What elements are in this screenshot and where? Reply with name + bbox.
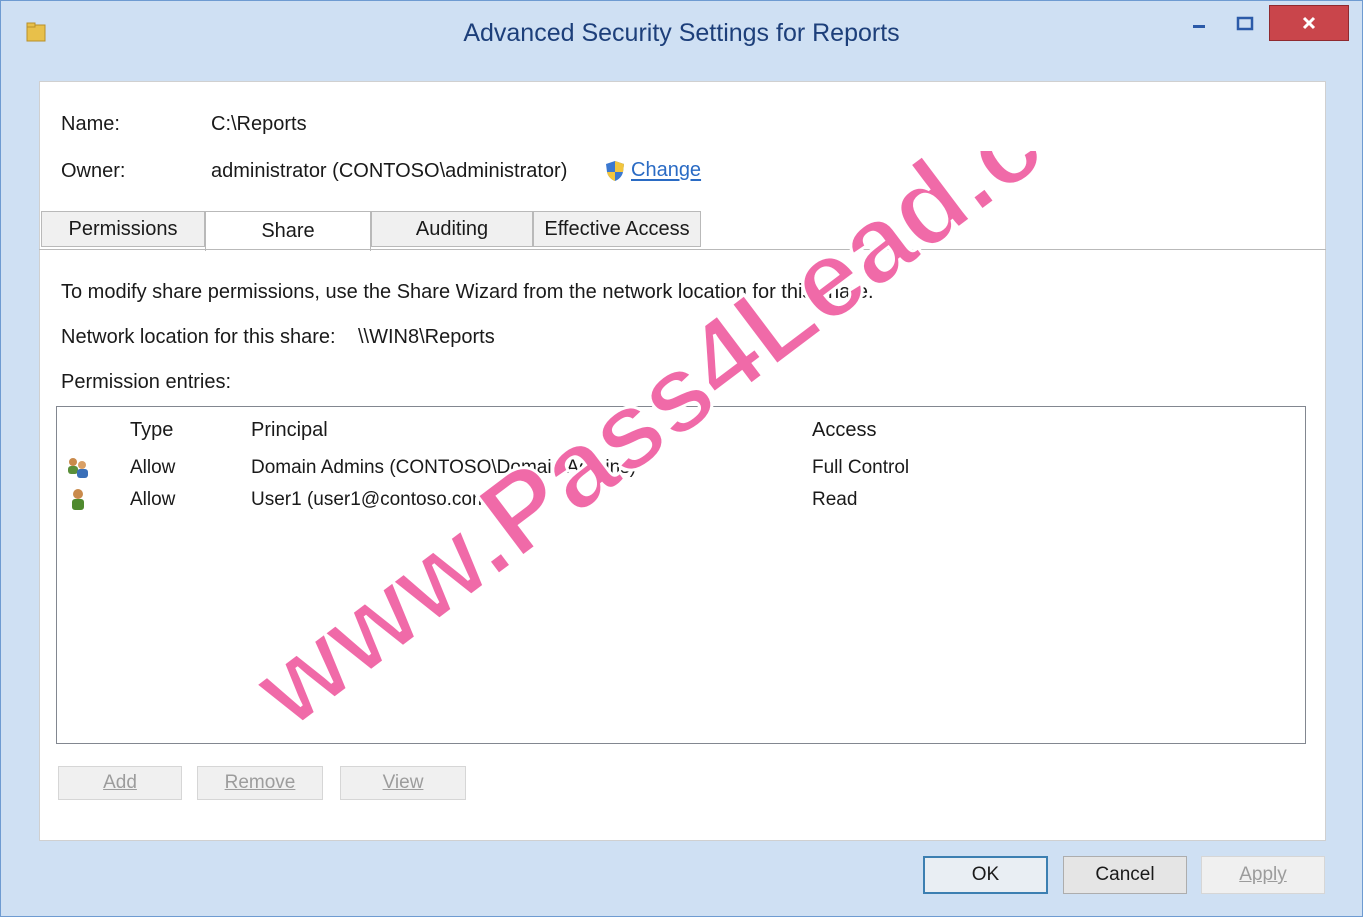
group-users-icon	[68, 458, 88, 478]
tab-auditing[interactable]: Auditing	[371, 211, 533, 247]
tab-divider	[39, 249, 1326, 250]
close-button[interactable]	[1269, 5, 1349, 41]
entry-principal: Domain Admins (CONTOSO\Domain Admins)	[251, 457, 637, 478]
column-header-access[interactable]: Access	[812, 419, 876, 442]
entry-principal: User1 (user1@contoso.com)	[251, 489, 495, 510]
name-value: C:\Reports	[211, 113, 307, 135]
owner-value: administrator (CONTOSO\administrator)	[211, 160, 568, 182]
tab-permissions[interactable]: Permissions	[41, 211, 205, 247]
dialog-window: Advanced Security Settings for Reports N…	[0, 0, 1363, 917]
entry-type: Allow	[130, 489, 176, 510]
uac-shield-icon	[606, 161, 624, 181]
minimize-button[interactable]	[1181, 7, 1217, 41]
minimize-icon	[1193, 25, 1205, 28]
name-label: Name:	[61, 113, 120, 135]
window-title: Advanced Security Settings for Reports	[463, 19, 900, 47]
ok-button[interactable]: OK	[923, 856, 1048, 894]
share-instruction: To modify share permissions, use the Sha…	[61, 281, 874, 303]
maximize-icon	[1236, 16, 1254, 31]
add-button[interactable]: Add	[58, 766, 182, 800]
column-header-principal[interactable]: Principal	[251, 419, 328, 442]
apply-button[interactable]: Apply	[1201, 856, 1325, 894]
table-row[interactable]: Allow Domain Admins (CONTOSO\Domain Admi…	[57, 453, 1305, 485]
permission-entries-list[interactable]: Type Principal Access Allow Domain Admin…	[56, 406, 1306, 744]
close-icon	[1302, 16, 1316, 30]
network-location-label: Network location for this share:	[61, 326, 336, 348]
entry-access: Read	[812, 489, 858, 510]
permission-entries-label: Permission entries:	[61, 371, 232, 393]
cancel-button[interactable]: Cancel	[1063, 856, 1187, 894]
user-icon	[72, 489, 84, 510]
tab-share[interactable]: Share	[205, 211, 371, 251]
change-owner-link[interactable]: Change	[631, 159, 701, 182]
entry-type: Allow	[130, 457, 176, 478]
remove-button[interactable]: Remove	[197, 766, 323, 800]
network-location-value: \\WIN8\Reports	[358, 326, 495, 348]
tab-effective-access[interactable]: Effective Access	[533, 211, 701, 247]
owner-label: Owner:	[61, 160, 126, 182]
column-header-type[interactable]: Type	[130, 419, 173, 442]
title-bar[interactable]: Advanced Security Settings for Reports	[1, 1, 1362, 65]
view-button[interactable]: View	[340, 766, 466, 800]
table-row[interactable]: Allow User1 (user1@contoso.com) Read	[57, 485, 1305, 517]
maximize-button[interactable]	[1227, 7, 1263, 41]
entry-access: Full Control	[812, 457, 910, 478]
